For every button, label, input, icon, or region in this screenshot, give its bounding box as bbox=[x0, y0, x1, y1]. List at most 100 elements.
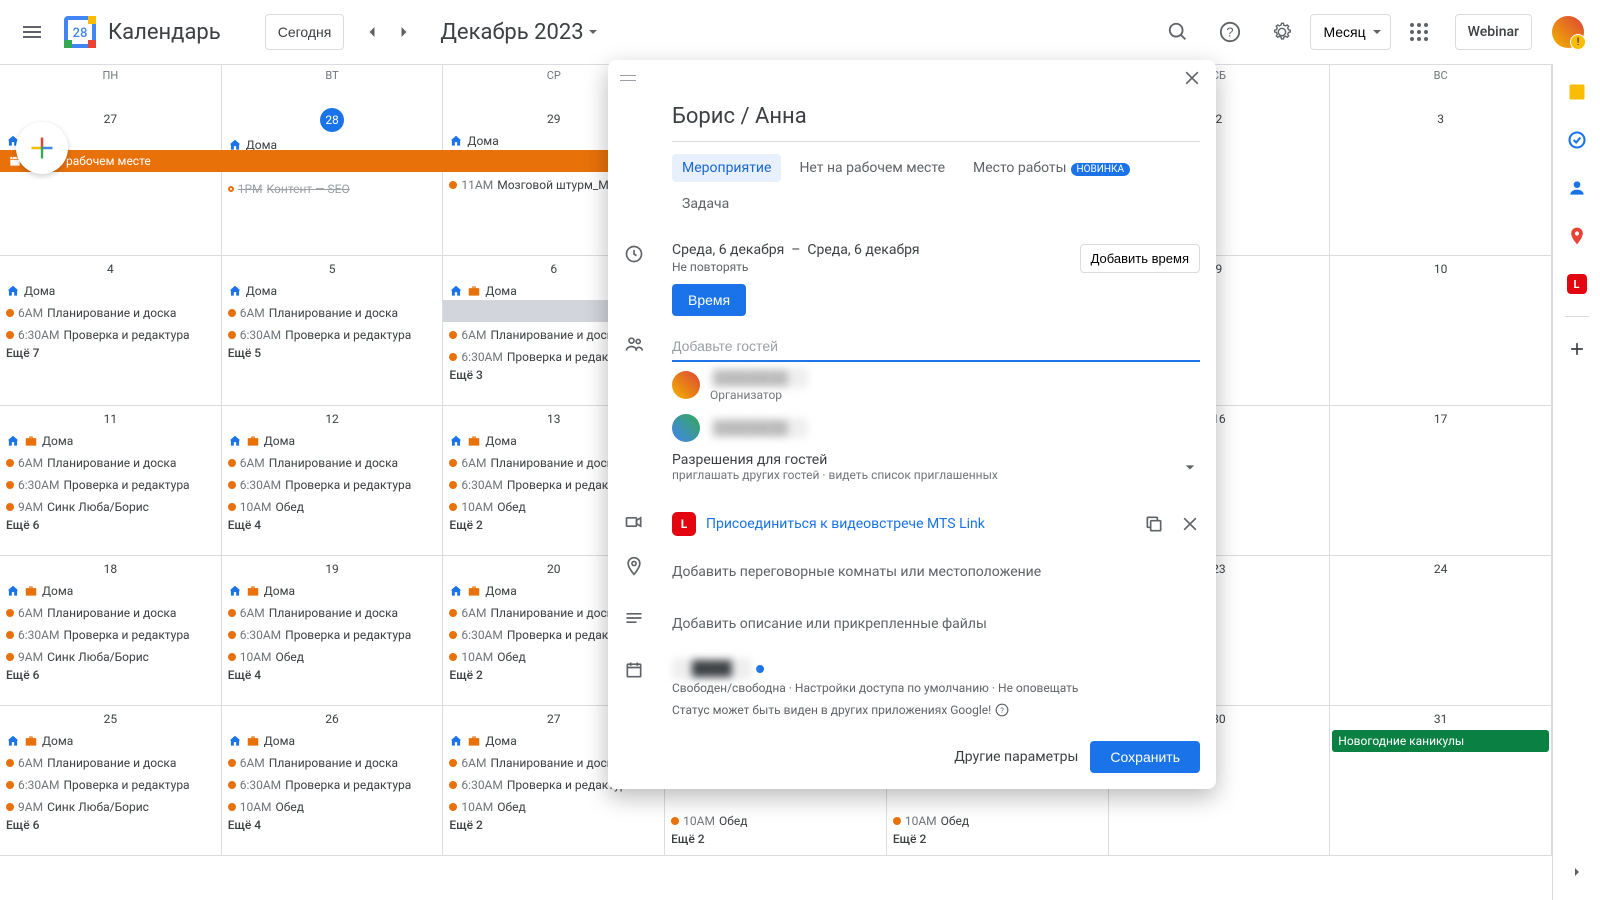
close-button[interactable] bbox=[1176, 62, 1208, 94]
event-chip[interactable]: 6:30AMПроверка и редактура bbox=[0, 624, 221, 646]
location-chip[interactable]: Дома bbox=[0, 580, 221, 602]
day-cell[interactable]: 10 bbox=[1330, 256, 1552, 406]
event-chip[interactable]: 6:30AMПроверка и редактура bbox=[0, 774, 221, 796]
event-chip[interactable]: 6:30AMПроверка и редактура bbox=[0, 324, 221, 346]
tab-ooo[interactable]: Нет на рабочем месте bbox=[789, 154, 955, 182]
help-button[interactable]: ? bbox=[1206, 8, 1254, 56]
date-number[interactable]: 31 bbox=[1330, 708, 1551, 730]
date-number[interactable]: 11 bbox=[0, 408, 221, 430]
remove-link-icon[interactable] bbox=[1180, 514, 1200, 534]
day-cell[interactable]: 28Дома1PMКонтент — SEO bbox=[222, 106, 444, 256]
more-link[interactable]: Ещё 6 bbox=[0, 518, 221, 532]
event-chip[interactable]: 6:30AMПроверка и редактура bbox=[0, 474, 221, 496]
event-chip[interactable]: 9AMСинк Люба/Борис bbox=[0, 796, 221, 818]
day-cell[interactable]: 17 bbox=[1330, 406, 1552, 556]
next-button[interactable] bbox=[388, 16, 420, 48]
event-chip[interactable]: 6AMПланирование и доска bbox=[0, 752, 221, 774]
event-chip[interactable]: 10AMОбед bbox=[222, 496, 443, 518]
prev-button[interactable] bbox=[356, 16, 388, 48]
event-chip[interactable]: 6:30AMПроверка и редактура bbox=[222, 474, 443, 496]
date-number[interactable]: 18 bbox=[0, 558, 221, 580]
ooo-banner[interactable]: Нет на рабочем месте bbox=[0, 150, 665, 172]
day-cell[interactable]: 5Дома6AMПланирование и доска6:30AMПровер… bbox=[222, 256, 444, 406]
info-icon[interactable]: ? bbox=[995, 703, 1009, 717]
add-location[interactable]: Добавить переговорные комнаты или местоп… bbox=[672, 554, 1200, 590]
contacts-button[interactable] bbox=[1557, 168, 1597, 208]
repeat-text[interactable]: Не повторять bbox=[672, 260, 920, 274]
search-button[interactable] bbox=[1154, 8, 1202, 56]
event-chip[interactable]: 6:30AMПроверка и редактура bbox=[222, 624, 443, 646]
event-chip[interactable]: 6AMПланирование и доска bbox=[222, 452, 443, 474]
day-cell[interactable]: 3 bbox=[1330, 106, 1552, 256]
month-title[interactable]: Декабрь 2023 bbox=[440, 20, 597, 45]
event-chip[interactable]: 10AMОбед bbox=[443, 796, 664, 818]
keep-button[interactable] bbox=[1557, 72, 1597, 112]
mts-button[interactable]: L bbox=[1557, 264, 1597, 304]
day-cell[interactable]: 25Дома6AMПланирование и доска6:30AMПрове… bbox=[0, 706, 222, 856]
day-cell[interactable]: 24 bbox=[1330, 556, 1552, 706]
day-cell[interactable]: 19Дома6AMПланирование и доска6:30AMПрове… bbox=[222, 556, 444, 706]
more-link[interactable]: Ещё 5 bbox=[222, 346, 443, 360]
day-cell[interactable]: 11Дома6AMПланирование и доска6:30AMПрове… bbox=[0, 406, 222, 556]
event-chip[interactable]: 6:30AMПроверка и редактура bbox=[222, 774, 443, 796]
date-number[interactable]: 24 bbox=[1330, 558, 1551, 580]
event-chip[interactable]: 9AMСинк Люба/Борис bbox=[0, 496, 221, 518]
more-link[interactable]: Ещё 2 bbox=[665, 832, 886, 846]
more-link[interactable]: Ещё 7 bbox=[0, 346, 221, 360]
guests-input[interactable] bbox=[672, 332, 1200, 362]
add-description[interactable]: Добавить описание или прикрепленные файл… bbox=[672, 606, 1200, 642]
day-cell[interactable]: 18Дома6AMПланирование и доска6:30AMПрове… bbox=[0, 556, 222, 706]
location-chip[interactable]: Дома bbox=[0, 430, 221, 452]
location-chip[interactable]: Дома bbox=[0, 730, 221, 752]
event-title[interactable]: Борис / Анна bbox=[672, 96, 1200, 142]
location-chip[interactable]: Дома bbox=[222, 280, 443, 302]
event-chip[interactable]: 10AMОбед bbox=[887, 810, 1108, 832]
more-link[interactable]: Ещё 6 bbox=[0, 818, 221, 832]
more-link[interactable]: Ещё 6 bbox=[0, 668, 221, 682]
more-link[interactable]: Ещё 4 bbox=[222, 518, 443, 532]
day-cell[interactable]: 26Дома6AMПланирование и доска6:30AMПрове… bbox=[222, 706, 444, 856]
event-chip[interactable]: 10AMОбед bbox=[222, 796, 443, 818]
copy-icon[interactable] bbox=[1144, 514, 1164, 534]
event-chip[interactable]: 10AMОбед bbox=[665, 810, 886, 832]
menu-button[interactable] bbox=[8, 8, 56, 56]
more-link[interactable]: Ещё 2 bbox=[443, 818, 664, 832]
event-chip[interactable]: 6:30AMПроверка и редактура bbox=[222, 324, 443, 346]
date-from[interactable]: Среда, 6 декабря bbox=[672, 242, 784, 258]
chevron-down-icon[interactable] bbox=[1180, 457, 1200, 477]
date-number[interactable]: 25 bbox=[0, 708, 221, 730]
event-chip[interactable]: 9AMСинк Люба/Борис bbox=[0, 646, 221, 668]
video-link[interactable]: Присоединиться к видеовстрече MTS Link bbox=[706, 516, 985, 532]
create-button[interactable] bbox=[16, 122, 68, 174]
day-cell[interactable]: 31Новогодние каникулы bbox=[1330, 706, 1552, 856]
event-chip[interactable]: 6AMПланирование и доска bbox=[222, 602, 443, 624]
settings-button[interactable] bbox=[1258, 8, 1306, 56]
tasks-button[interactable] bbox=[1557, 120, 1597, 160]
event-chip[interactable]: 6AMПланирование и доска bbox=[0, 602, 221, 624]
date-number[interactable]: 28 bbox=[320, 108, 344, 132]
tab-event[interactable]: Мероприятие bbox=[672, 154, 781, 182]
date-to[interactable]: Среда, 6 декабря bbox=[807, 242, 919, 258]
collapse-rail-button[interactable] bbox=[1557, 852, 1597, 892]
date-number[interactable]: 12 bbox=[222, 408, 443, 430]
day-cell[interactable]: 12Дома6AMПланирование и доска6:30AMПрове… bbox=[222, 406, 444, 556]
more-link[interactable]: Ещё 4 bbox=[222, 818, 443, 832]
more-link[interactable]: Ещё 4 bbox=[222, 668, 443, 682]
tab-work-location[interactable]: Место работыНОВИНКА bbox=[963, 154, 1140, 182]
location-chip[interactable]: Дома bbox=[222, 730, 443, 752]
event-chip[interactable]: 6AMПланирование и доска bbox=[0, 302, 221, 324]
view-selector[interactable]: Месяц bbox=[1310, 14, 1390, 50]
location-chip[interactable]: Дома bbox=[0, 280, 221, 302]
location-chip[interactable]: Дома bbox=[222, 580, 443, 602]
event-chip[interactable]: 1PMКонтент — SEO bbox=[222, 178, 443, 200]
status-line[interactable]: Свободен/свободна · Настройки доступа по… bbox=[672, 681, 1200, 695]
tab-task[interactable]: Задача bbox=[672, 190, 739, 218]
event-chip[interactable]: 6AMПланирование и доска bbox=[222, 302, 443, 324]
event-chip[interactable]: 6AMПланирование и доска bbox=[222, 752, 443, 774]
date-number[interactable]: 26 bbox=[222, 708, 443, 730]
permissions-title[interactable]: Разрешения для гостей bbox=[672, 452, 998, 468]
more-options-button[interactable]: Другие параметры bbox=[954, 749, 1078, 765]
add-addon-button[interactable] bbox=[1557, 329, 1597, 369]
date-number[interactable]: 3 bbox=[1330, 108, 1551, 130]
today-button[interactable]: Сегодня bbox=[265, 14, 345, 50]
